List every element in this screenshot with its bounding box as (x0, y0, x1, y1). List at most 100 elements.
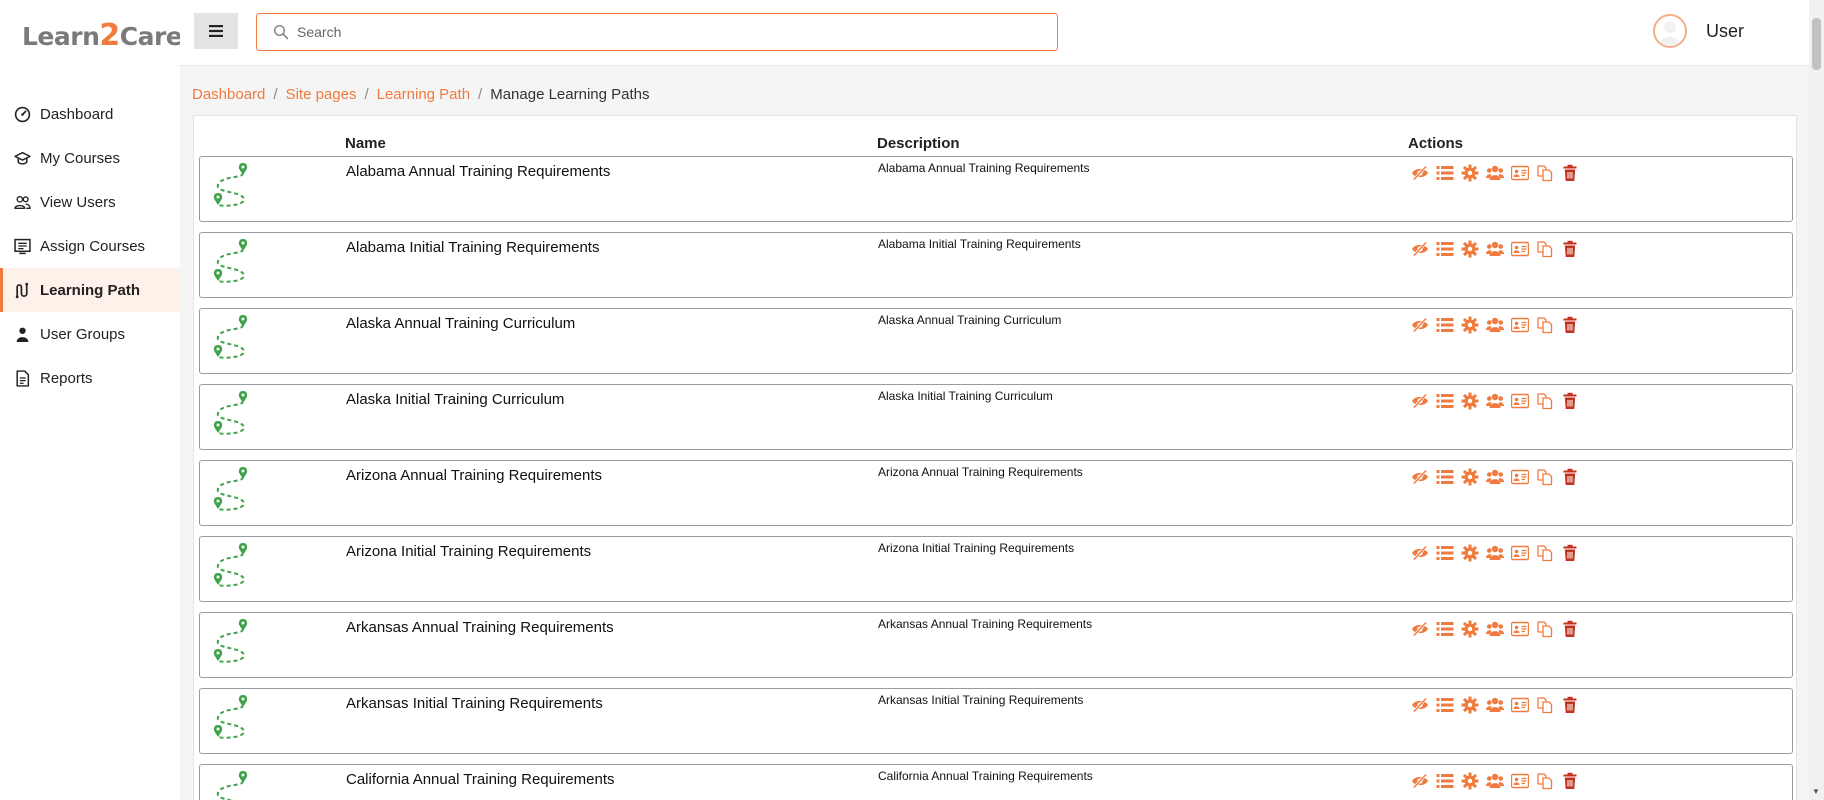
copy-action-button[interactable] (1535, 391, 1555, 411)
breadcrumb-dashboard[interactable]: Dashboard (192, 86, 265, 103)
scroll-down-arrow-icon[interactable]: ▼ (1812, 787, 1820, 796)
id-card-action-button[interactable] (1510, 391, 1530, 411)
settings-action-button[interactable] (1460, 619, 1480, 639)
id-card-action-button[interactable] (1510, 163, 1530, 183)
list-action-button[interactable] (1435, 695, 1455, 715)
hide-action-button[interactable] (1410, 391, 1430, 411)
users-action-button[interactable] (1485, 239, 1505, 259)
row-name[interactable]: California Annual Training Requirements (346, 771, 614, 788)
users-action-button[interactable] (1485, 695, 1505, 715)
list-action-button[interactable] (1435, 467, 1455, 487)
settings-action-button[interactable] (1460, 543, 1480, 563)
id-card-action-button[interactable] (1510, 619, 1530, 639)
copy-icon (1537, 545, 1553, 562)
id-card-action-button[interactable] (1510, 695, 1530, 715)
search-input[interactable] (297, 24, 1037, 40)
row-description: Alaska Initial Training Curriculum (878, 389, 1053, 403)
delete-action-button[interactable] (1560, 315, 1580, 335)
sidebar-item-label: User Groups (40, 325, 126, 343)
id-card-action-button[interactable] (1510, 239, 1530, 259)
list-action-button[interactable] (1435, 391, 1455, 411)
hide-action-button[interactable] (1410, 163, 1430, 183)
hide-action-button[interactable] (1410, 619, 1430, 639)
row-description: Alabama Annual Training Requirements (878, 161, 1090, 175)
sidebar-item-user-groups[interactable]: User Groups (0, 312, 180, 356)
row-name[interactable]: Arkansas Initial Training Requirements (346, 695, 603, 712)
scrollbar-thumb[interactable] (1812, 18, 1821, 70)
row-name[interactable]: Alabama Initial Training Requirements (346, 239, 599, 256)
hide-action-button[interactable] (1410, 315, 1430, 335)
delete-action-button[interactable] (1560, 391, 1580, 411)
brand-logo[interactable]: Learn2Care (22, 18, 183, 53)
users-action-button[interactable] (1485, 467, 1505, 487)
delete-action-button[interactable] (1560, 771, 1580, 791)
settings-action-button[interactable] (1460, 771, 1480, 791)
delete-action-button[interactable] (1560, 163, 1580, 183)
list-action-button[interactable] (1435, 771, 1455, 791)
hide-action-button[interactable] (1410, 239, 1430, 259)
sidebar-item-reports[interactable]: Reports (0, 356, 180, 400)
list-action-button[interactable] (1435, 315, 1455, 335)
delete-action-button[interactable] (1560, 239, 1580, 259)
trash-icon (1563, 620, 1577, 637)
settings-action-button[interactable] (1460, 163, 1480, 183)
list-action-button[interactable] (1435, 239, 1455, 259)
avatar[interactable] (1653, 14, 1687, 48)
row-name[interactable]: Arizona Annual Training Requirements (346, 467, 602, 484)
settings-action-button[interactable] (1460, 315, 1480, 335)
sidebar-item-my-courses[interactable]: My Courses (0, 136, 180, 180)
hide-action-button[interactable] (1410, 543, 1430, 563)
copy-action-button[interactable] (1535, 467, 1555, 487)
row-name[interactable]: Alaska Initial Training Curriculum (346, 391, 564, 408)
sidebar-item-learning-path[interactable]: Learning Path (0, 268, 180, 312)
copy-action-button[interactable] (1535, 239, 1555, 259)
list-action-button[interactable] (1435, 619, 1455, 639)
copy-action-button[interactable] (1535, 543, 1555, 563)
hide-action-button[interactable] (1410, 467, 1430, 487)
id-card-icon (1511, 697, 1529, 713)
delete-action-button[interactable] (1560, 543, 1580, 563)
sidebar-item-dashboard[interactable]: Dashboard (0, 92, 180, 136)
list-action-button[interactable] (1435, 543, 1455, 563)
users-action-button[interactable] (1485, 771, 1505, 791)
row-name[interactable]: Arizona Initial Training Requirements (346, 543, 591, 560)
delete-action-button[interactable] (1560, 695, 1580, 715)
settings-action-button[interactable] (1460, 467, 1480, 487)
hide-action-button[interactable] (1410, 771, 1430, 791)
users-action-button[interactable] (1485, 163, 1505, 183)
row-name[interactable]: Alaska Annual Training Curriculum (346, 315, 575, 332)
sidebar-item-view-users[interactable]: View Users (0, 180, 180, 224)
users-action-button[interactable] (1485, 543, 1505, 563)
copy-action-button[interactable] (1535, 695, 1555, 715)
settings-action-button[interactable] (1460, 695, 1480, 715)
row-name[interactable]: Arkansas Annual Training Requirements (346, 619, 614, 636)
users-action-button[interactable] (1485, 315, 1505, 335)
id-card-action-button[interactable] (1510, 467, 1530, 487)
row-name[interactable]: Alabama Annual Training Requirements (346, 163, 610, 180)
hide-action-button[interactable] (1410, 695, 1430, 715)
id-card-action-button[interactable] (1510, 771, 1530, 791)
settings-action-button[interactable] (1460, 239, 1480, 259)
delete-action-button[interactable] (1560, 467, 1580, 487)
id-card-action-button[interactable] (1510, 315, 1530, 335)
breadcrumb-site-pages[interactable]: Site pages (286, 86, 357, 103)
copy-action-button[interactable] (1535, 163, 1555, 183)
user-menu[interactable]: User (1653, 14, 1744, 48)
list-action-button[interactable] (1435, 163, 1455, 183)
sidebar-toggle-button[interactable] (194, 13, 238, 49)
sidebar-item-assign-courses[interactable]: Assign Courses (0, 224, 180, 268)
delete-action-button[interactable] (1560, 619, 1580, 639)
id-card-action-button[interactable] (1510, 543, 1530, 563)
route-icon (15, 282, 29, 298)
page-scrollbar[interactable]: ▼ (1809, 0, 1824, 800)
breadcrumb-learning-path[interactable]: Learning Path (377, 86, 470, 103)
copy-action-button[interactable] (1535, 619, 1555, 639)
dashboard-gauge-icon (14, 106, 31, 122)
settings-action-button[interactable] (1460, 391, 1480, 411)
users-action-button[interactable] (1485, 619, 1505, 639)
copy-action-button[interactable] (1535, 315, 1555, 335)
users-action-button[interactable] (1485, 391, 1505, 411)
copy-action-button[interactable] (1535, 771, 1555, 791)
copy-icon (1537, 165, 1553, 182)
row-actions (1410, 315, 1585, 335)
